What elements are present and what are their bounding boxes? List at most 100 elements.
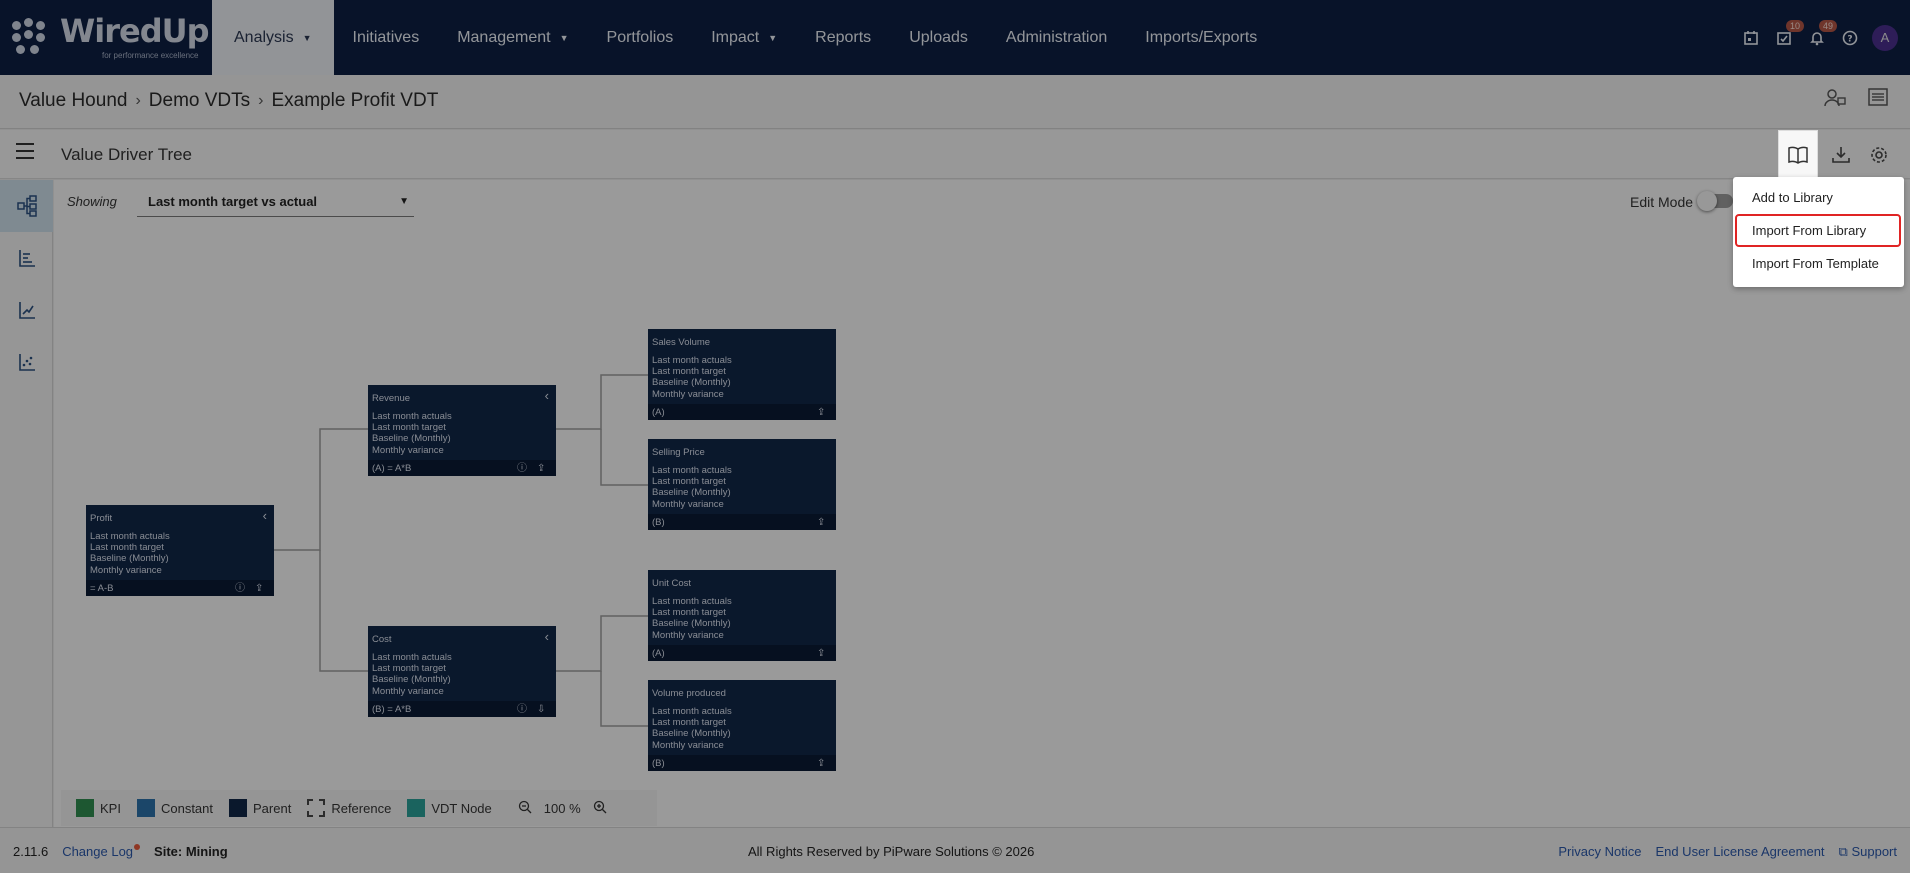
collapse-chevron-icon[interactable]: ‹	[545, 629, 549, 644]
left-rail	[0, 180, 53, 827]
settings-gear-icon[interactable]	[1860, 130, 1898, 179]
nav-label: Administration	[1005, 28, 1108, 46]
nav-impact[interactable]: Impact ▼	[692, 0, 796, 75]
node-metrics: Last month actuals Last month target Bas…	[90, 531, 170, 576]
legend-swatch	[76, 799, 94, 817]
metric-line: Last month target	[652, 717, 726, 729]
tasks-icon[interactable]: 10	[1767, 0, 1805, 75]
legend-label: Parent	[253, 800, 292, 816]
node-formula: (A)	[652, 407, 665, 418]
bar-chart-icon[interactable]	[0, 232, 53, 284]
metric-line: Monthly variance	[652, 498, 724, 510]
zoom-level: 100 %	[543, 800, 581, 816]
node-footer: (B) = A*B	[368, 701, 556, 717]
collapse-chevron-icon[interactable]: ‹	[545, 388, 549, 403]
upload-icon[interactable]: ⇪	[537, 463, 545, 474]
upload-icon[interactable]: ⇪	[817, 648, 825, 659]
node-metrics: Last month actuals Last month target Bas…	[372, 652, 452, 697]
node-title: Volume produced	[652, 688, 726, 699]
node-metrics: Last month actuals Last month target Bas…	[652, 596, 732, 641]
zoom-out-icon[interactable]	[518, 800, 532, 817]
trend-chart-icon[interactable]	[0, 284, 53, 336]
nav-initiatives[interactable]: Initiatives	[334, 0, 439, 75]
user-avatar[interactable]: A	[1872, 24, 1898, 51]
support-link[interactable]: ⧉ Support	[1839, 844, 1897, 860]
collapse-chevron-icon[interactable]: ‹	[263, 508, 267, 523]
bell-icon[interactable]: 49	[1800, 0, 1838, 75]
top-navbar: WiredUp for performance excellence Analy…	[0, 0, 1910, 75]
node-formula: (B)	[652, 517, 665, 528]
footer-right: Privacy Notice End User License Agreemen…	[1558, 844, 1897, 860]
menu-item-import-from-library[interactable]: Import From Library	[1735, 214, 1901, 247]
list-view-icon[interactable]	[1868, 88, 1888, 114]
tree-view-icon[interactable]	[0, 180, 53, 232]
node-formula: (A)	[652, 648, 665, 659]
upload-icon[interactable]: ⇪	[817, 758, 825, 769]
upload-icon[interactable]: ⇪	[817, 517, 825, 528]
node-metrics: Last month actuals Last month target Bas…	[652, 706, 732, 751]
metric-line: Monthly variance	[652, 629, 724, 641]
node-footer: (A)	[648, 404, 836, 420]
breadcrumb-item[interactable]: Demo VDTs	[149, 90, 250, 112]
menu-item-add-to-library[interactable]: Add to Library	[1733, 181, 1904, 214]
nav-analysis[interactable]: Analysis ▼	[212, 0, 334, 75]
metric-line: Baseline (Monthly)	[652, 728, 731, 740]
privacy-link[interactable]: Privacy Notice	[1558, 844, 1641, 860]
download-icon[interactable]: ⇩	[537, 704, 545, 715]
vdt-node-profit[interactable]: Profit ‹ Last month actuals Last month t…	[86, 505, 274, 596]
nav-portfolios[interactable]: Portfolios	[588, 0, 693, 75]
eula-link[interactable]: End User License Agreement	[1655, 844, 1824, 860]
page-footer: 2.11.6 Change Log Site: Mining All Right…	[0, 827, 1910, 873]
breadcrumb-item[interactable]: Value Hound	[19, 90, 127, 112]
nav-management[interactable]: Management ▼	[438, 0, 587, 75]
scatter-chart-icon[interactable]	[0, 336, 53, 388]
node-title: Revenue	[372, 393, 411, 404]
info-icon[interactable]: ⓘ	[517, 700, 527, 715]
calendar-icon[interactable]	[1734, 0, 1767, 75]
info-icon[interactable]: ⓘ	[517, 459, 527, 474]
vdt-node-volume-produced[interactable]: Volume produced Last month actuals Last …	[648, 680, 836, 771]
logo-dots-icon	[12, 18, 52, 58]
changelog-link[interactable]: Change Log	[62, 844, 141, 859]
vdt-node-sales-volume[interactable]: Sales Volume Last month actuals Last mon…	[648, 329, 836, 420]
vdt-node-cost[interactable]: Cost ‹ Last month actuals Last month tar…	[368, 626, 556, 717]
vdt-node-revenue[interactable]: Revenue ‹ Last month actuals Last month …	[368, 385, 556, 476]
node-footer: = A-B	[86, 580, 274, 596]
legend-swatch	[229, 799, 248, 817]
node-metrics: Last month actuals Last month target Bas…	[652, 355, 732, 400]
node-title: Profit	[90, 513, 113, 524]
upload-icon[interactable]: ⇪	[255, 583, 263, 594]
wiredup-logo[interactable]: WiredUp for performance excellence	[0, 0, 212, 75]
zoom-in-icon[interactable]	[593, 800, 607, 817]
nav-reports[interactable]: Reports	[796, 0, 890, 75]
new-indicator-dot	[134, 844, 141, 850]
copyright: All Rights Reserved by PiPware Solutions…	[748, 844, 1035, 859]
download-icon[interactable]	[1822, 130, 1860, 179]
vdt-node-unit-cost[interactable]: Unit Cost Last month actuals Last month …	[648, 570, 836, 661]
help-icon[interactable]: ?	[1833, 0, 1866, 75]
info-icon[interactable]: ⓘ	[235, 579, 245, 594]
nav-imports-exports[interactable]: Imports/Exports	[1126, 0, 1276, 75]
library-book-icon[interactable]	[1778, 130, 1818, 179]
nav-uploads[interactable]: Uploads	[890, 0, 987, 75]
chevron-right-icon: ›	[135, 92, 141, 109]
legend-label: VDT Node	[431, 800, 492, 816]
legend-item-parent: Parent	[229, 799, 291, 817]
vdt-canvas[interactable]: Showing Last month target vs actual ▼ Ed…	[54, 180, 1910, 827]
user-permissions-icon[interactable]	[1824, 88, 1846, 114]
node-footer: (B)	[648, 514, 836, 530]
page-title: Value Driver Tree	[61, 145, 193, 164]
metric-line: Monthly variance	[90, 564, 162, 576]
metric-line: Baseline (Monthly)	[372, 433, 451, 445]
nav-administration[interactable]: Administration	[987, 0, 1126, 75]
metric-line: Baseline (Monthly)	[652, 618, 731, 630]
upload-icon[interactable]: ⇪	[817, 407, 825, 418]
changelog-label: Change Log	[62, 844, 134, 859]
support-label: Support	[1851, 844, 1897, 859]
node-metrics: Last month actuals Last month target Bas…	[372, 411, 452, 456]
node-title: Selling Price	[652, 447, 705, 458]
hamburger-menu-icon[interactable]	[16, 143, 34, 161]
menu-item-import-from-template[interactable]: Import From Template	[1733, 247, 1904, 280]
legend-label: Constant	[160, 800, 214, 816]
vdt-node-selling-price[interactable]: Selling Price Last month actuals Last mo…	[648, 439, 836, 530]
